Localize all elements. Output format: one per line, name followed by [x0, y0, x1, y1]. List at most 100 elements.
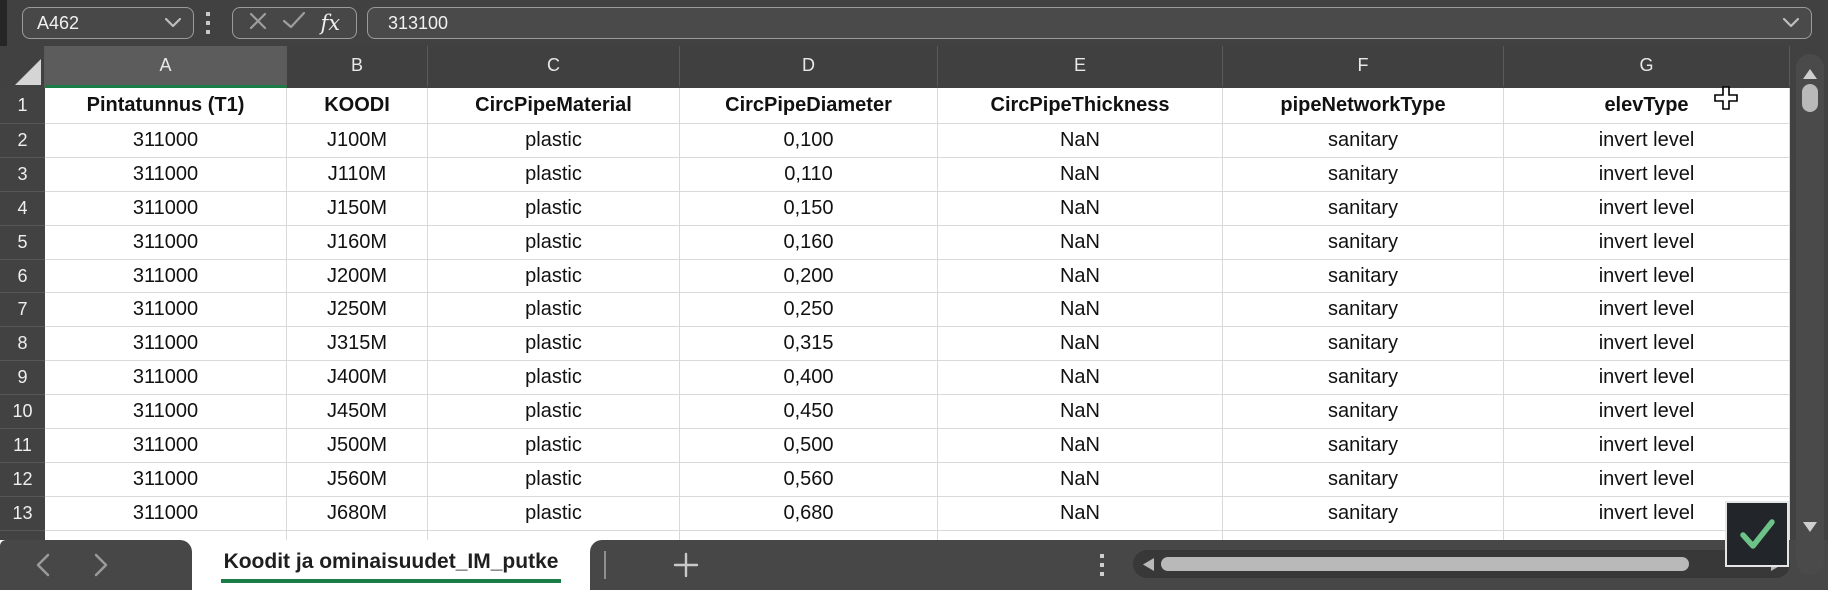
cell[interactable]: J315M [287, 327, 428, 361]
cell[interactable]: invert level [1504, 293, 1790, 327]
cell[interactable]: plastic [428, 124, 680, 158]
cell[interactable]: 311000 [45, 327, 287, 361]
cell[interactable]: 0,200 [680, 260, 938, 294]
field-header-cell[interactable]: elevType [1504, 88, 1790, 124]
cell[interactable]: J680M [287, 497, 428, 531]
cell[interactable]: 311000 [45, 124, 287, 158]
row-header[interactable]: 6 [0, 260, 45, 294]
cell[interactable]: 0,250 [680, 293, 938, 327]
cell[interactable]: sanitary [1223, 361, 1504, 395]
cell[interactable]: plastic [428, 293, 680, 327]
cell[interactable]: J160M [287, 226, 428, 260]
cell[interactable]: invert level [1504, 192, 1790, 226]
cell[interactable]: 0,150 [680, 192, 938, 226]
done-button[interactable] [1725, 501, 1789, 567]
cell[interactable]: sanitary [1223, 226, 1504, 260]
row-header[interactable]: 10 [0, 395, 45, 429]
cell[interactable]: J250M [287, 293, 428, 327]
row-header[interactable]: 4 [0, 192, 45, 226]
cell[interactable]: NaN [938, 463, 1223, 497]
field-header-cell[interactable]: Pintatunnus (T1) [45, 88, 287, 124]
cell[interactable]: sanitary [1223, 395, 1504, 429]
cell[interactable]: NaN [938, 429, 1223, 463]
cell[interactable]: sanitary [1223, 463, 1504, 497]
cell[interactable]: NaN [938, 124, 1223, 158]
field-header-cell[interactable]: KOODI [287, 88, 428, 124]
scroll-down-icon[interactable] [1803, 519, 1817, 537]
row-header[interactable]: 7 [0, 293, 45, 327]
cell[interactable]: J400M [287, 361, 428, 395]
cell[interactable]: sanitary [1223, 260, 1504, 294]
cell[interactable]: NaN [938, 260, 1223, 294]
cell[interactable]: invert level [1504, 260, 1790, 294]
cell[interactable]: sanitary [1223, 192, 1504, 226]
row-header[interactable]: 3 [0, 158, 45, 192]
cell[interactable]: plastic [428, 497, 680, 531]
row-header[interactable]: 5 [0, 226, 45, 260]
row-header[interactable]: 8 [0, 327, 45, 361]
cell[interactable]: invert level [1504, 429, 1790, 463]
column-header-g[interactable]: G [1504, 46, 1790, 88]
cell[interactable]: 0,160 [680, 226, 938, 260]
scroll-left-icon[interactable] [1143, 558, 1154, 576]
cell[interactable]: 311000 [45, 497, 287, 531]
name-box[interactable]: A462 [22, 7, 194, 39]
field-header-cell[interactable]: CircPipeMaterial [428, 88, 680, 124]
cell[interactable]: J150M [287, 192, 428, 226]
cell[interactable]: 0,680 [680, 497, 938, 531]
row-header[interactable]: 13 [0, 497, 45, 531]
horizontal-scrollbar[interactable] [1133, 550, 1790, 578]
select-all-button[interactable] [0, 46, 45, 88]
sheet-bar-drag-handle-icon[interactable] [1100, 540, 1104, 590]
row-header[interactable]: 12 [0, 463, 45, 497]
cell[interactable]: invert level [1504, 395, 1790, 429]
cell[interactable]: 0,315 [680, 327, 938, 361]
active-sheet-tab[interactable]: Koodit ja ominaisuudet_IM_putke [192, 540, 590, 590]
cancel-icon[interactable] [249, 12, 267, 35]
cell[interactable]: J450M [287, 395, 428, 429]
cell[interactable]: plastic [428, 327, 680, 361]
cell[interactable]: plastic [428, 192, 680, 226]
cell[interactable]: 311000 [45, 293, 287, 327]
cell[interactable]: 311000 [45, 260, 287, 294]
row-header[interactable]: 2 [0, 124, 45, 158]
cell[interactable]: plastic [428, 429, 680, 463]
cell[interactable]: plastic [428, 395, 680, 429]
cell[interactable]: invert level [1504, 361, 1790, 395]
cell[interactable]: plastic [428, 158, 680, 192]
cell[interactable]: NaN [938, 395, 1223, 429]
cell[interactable]: plastic [428, 463, 680, 497]
cell[interactable]: NaN [938, 497, 1223, 531]
row-header[interactable]: 1 [0, 88, 45, 124]
cell[interactable]: sanitary [1223, 327, 1504, 361]
field-header-cell[interactable]: CircPipeDiameter [680, 88, 938, 124]
cell[interactable]: NaN [938, 158, 1223, 192]
column-header-e[interactable]: E [938, 46, 1223, 88]
formula-input[interactable] [368, 13, 1783, 34]
cell[interactable]: 0,100 [680, 124, 938, 158]
cell[interactable]: NaN [938, 226, 1223, 260]
cell[interactable]: 311000 [45, 226, 287, 260]
cell[interactable]: plastic [428, 361, 680, 395]
cell[interactable]: 0,400 [680, 361, 938, 395]
cell[interactable]: 311000 [45, 361, 287, 395]
cell[interactable]: J100M [287, 124, 428, 158]
cell[interactable]: sanitary [1223, 158, 1504, 192]
scroll-up-icon[interactable] [1803, 66, 1817, 84]
cell[interactable]: sanitary [1223, 429, 1504, 463]
cell[interactable]: J560M [287, 463, 428, 497]
cell[interactable]: invert level [1504, 463, 1790, 497]
cell[interactable]: NaN [938, 361, 1223, 395]
cell[interactable]: 0,560 [680, 463, 938, 497]
insert-function-icon[interactable]: fx [321, 13, 341, 34]
cell[interactable]: J500M [287, 429, 428, 463]
cell[interactable]: J110M [287, 158, 428, 192]
column-header-d[interactable]: D [680, 46, 938, 88]
cell[interactable]: sanitary [1223, 293, 1504, 327]
vertical-scrollbar-thumb[interactable] [1802, 84, 1818, 112]
expand-formula-bar-icon[interactable] [1783, 14, 1799, 32]
previous-sheet-icon[interactable] [36, 553, 50, 582]
row-header[interactable]: 9 [0, 361, 45, 395]
column-header-b[interactable]: B [287, 46, 428, 88]
cell[interactable]: invert level [1504, 327, 1790, 361]
